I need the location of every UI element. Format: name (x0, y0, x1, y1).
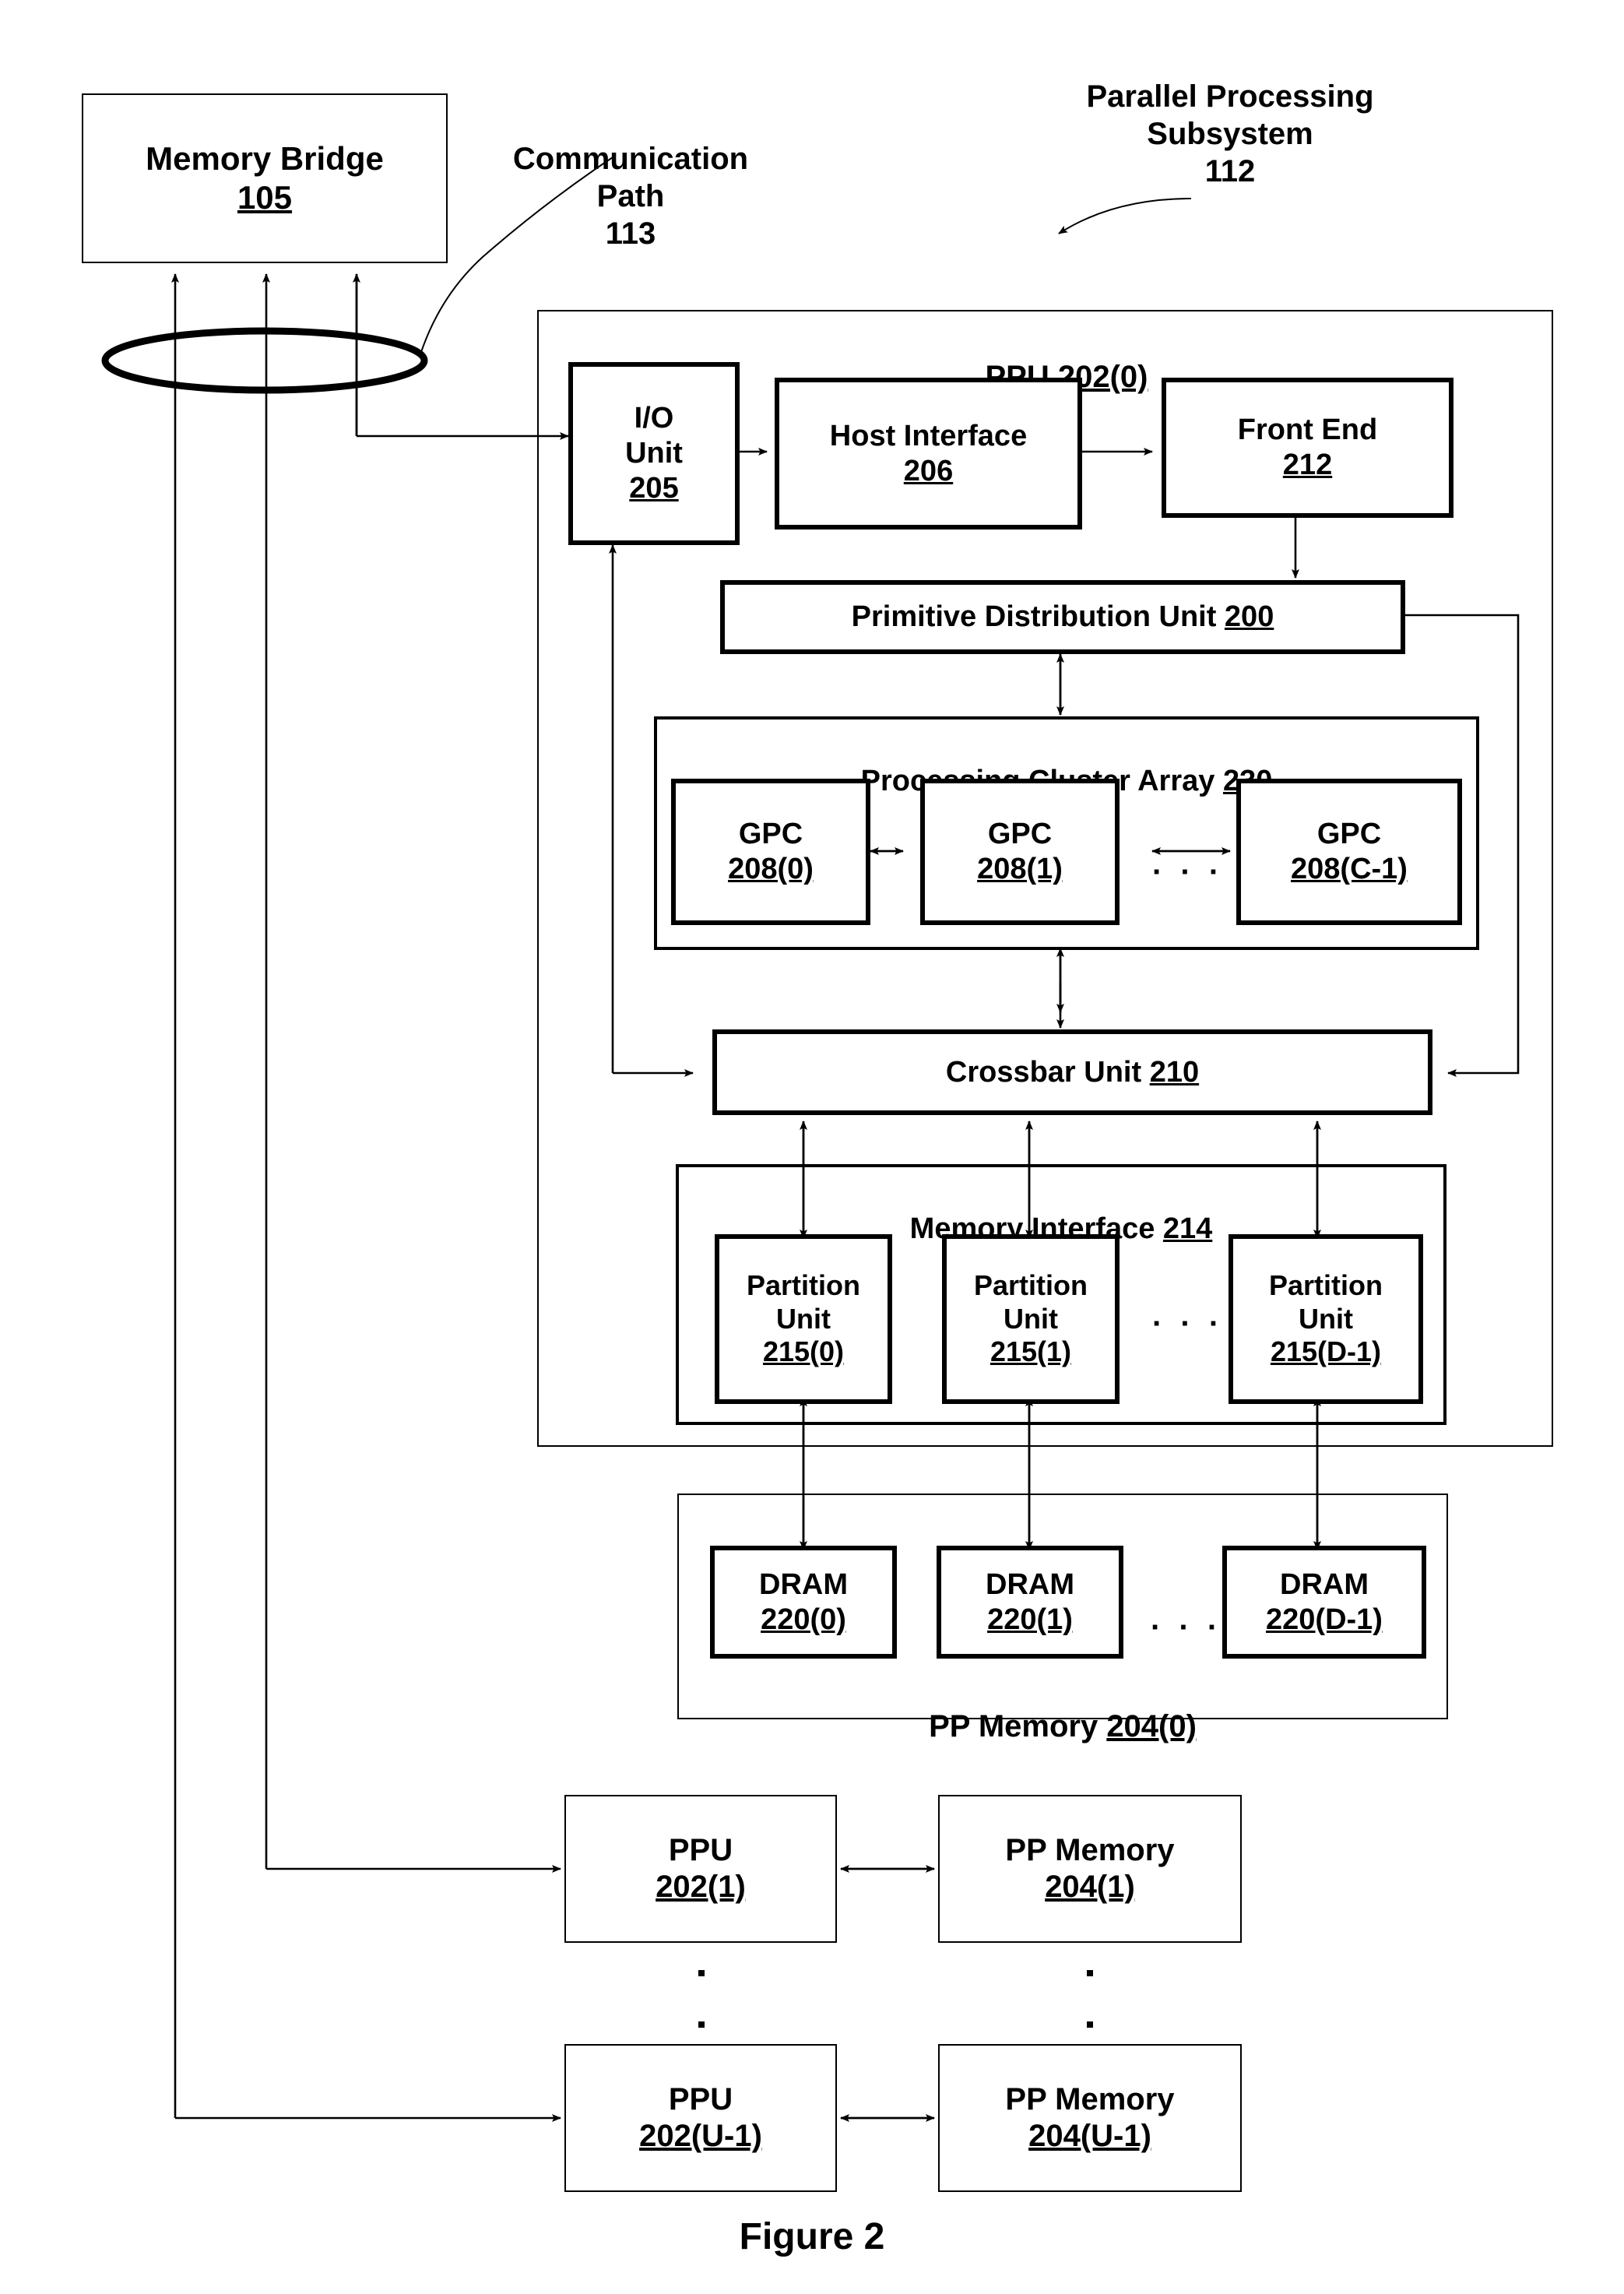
ppu-202-1-title: PPU (668, 1832, 733, 1867)
host-interface-number: 206 (903, 454, 954, 487)
pp-memory-204-0-number: 204(0) (1106, 1709, 1197, 1743)
partition-unit-215-1-line1: Partition (973, 1269, 1088, 1302)
pp-memory-204-0-title: PP Memory (929, 1709, 1107, 1743)
front-end-number: 212 (1282, 449, 1333, 481)
partition-unit-215-d-1-line2: Unit (1299, 1302, 1353, 1335)
pp-memory-204-1-title: PP Memory (1005, 1832, 1175, 1867)
partition-unit-215-1-line2: Unit (1004, 1302, 1058, 1335)
host-interface-title: Host Interface (829, 419, 1028, 452)
dram-ellipsis: · · · (1151, 1610, 1223, 1645)
dram-220-d-1-title: DRAM (1280, 1567, 1369, 1601)
primitive-distribution-unit-title: Primitive Distribution Unit (851, 600, 1225, 634)
io-unit-number: 205 (629, 471, 679, 505)
parallel-processing-subsystem-label: Parallel Processing Subsystem 112 (1086, 79, 1374, 188)
dram-220-0-number: 220(0) (761, 1603, 846, 1636)
crossbar-unit-label: Crossbar Unit 210 (946, 1055, 1199, 1090)
ppu-202-u-1-number: 202(U-1) (639, 2119, 762, 2153)
ppu-202-1-box[interactable]: PPU 202(1) (564, 1795, 837, 1943)
primitive-distribution-unit-label: Primitive Distribution Unit 200 (852, 600, 1274, 635)
partition-unit-215-1-number: 215(1) (990, 1335, 1072, 1368)
pp-memory-204-1-box[interactable]: PP Memory 204(1) (938, 1795, 1242, 1943)
crossbar-unit-box[interactable]: Crossbar Unit 210 (712, 1029, 1432, 1115)
partition-unit-215-0-box[interactable]: Partition Unit 215(0) (715, 1234, 892, 1404)
dram-220-1-number: 220(1) (987, 1603, 1073, 1636)
memory-bridge-number: 105 (237, 179, 293, 216)
gpc-208-c-1-number: 208(C-1) (1291, 853, 1408, 885)
gpc-208-0-number: 208(0) (728, 853, 814, 885)
memory-bridge-box[interactable]: Memory Bridge 105 (82, 93, 448, 263)
front-end-title: Front End (1237, 413, 1378, 447)
io-unit-line2: Unit (625, 437, 683, 470)
crossbar-unit-number: 210 (1149, 1055, 1200, 1089)
partition-unit-215-1-box[interactable]: Partition Unit 215(1) (942, 1234, 1120, 1404)
communication-path-bus-ellipse (101, 327, 428, 394)
dram-220-d-1-box[interactable]: DRAM 220(D-1) (1222, 1546, 1426, 1659)
pp-memory-204-u-1-box[interactable]: PP Memory 204(U-1) (938, 2044, 1242, 2192)
gpc-ellipsis: · · · (1152, 855, 1225, 889)
partition-unit-215-0-number: 215(0) (762, 1335, 845, 1368)
dram-220-d-1-number: 220(D-1) (1266, 1603, 1383, 1636)
gpc-208-1-number: 208(1) (977, 853, 1063, 885)
pp-memory-204-u-1-title: PP Memory (1005, 2081, 1175, 2116)
gpc-208-1-title: GPC (987, 818, 1053, 851)
partition-unit-ellipsis: · · · (1152, 1307, 1225, 1341)
ppu-202-u-1-title: PPU (668, 2081, 733, 2116)
pp-memory-204-0-label: PP Memory 204(0) (677, 1670, 1448, 1745)
gpc-208-0-box[interactable]: GPC 208(0) (671, 779, 870, 925)
dram-220-1-title: DRAM (986, 1567, 1074, 1601)
gpc-208-c-1-title: GPC (1316, 818, 1382, 851)
primitive-distribution-unit-number: 200 (1224, 600, 1274, 634)
ppu-202-u-1-box[interactable]: PPU 202(U-1) (564, 2044, 837, 2192)
partition-unit-215-0-line1: Partition (746, 1269, 860, 1302)
io-unit-box[interactable]: I/O Unit 205 (568, 362, 740, 545)
partition-unit-215-d-1-box[interactable]: Partition Unit 215(D-1) (1229, 1234, 1423, 1404)
gpc-208-c-1-box[interactable]: GPC 208(C-1) (1236, 779, 1462, 925)
gpc-208-0-title: GPC (738, 818, 803, 851)
host-interface-box[interactable]: Host Interface 206 (775, 378, 1082, 530)
memory-interface-number: 214 (1162, 1212, 1213, 1245)
partition-unit-215-d-1-line1: Partition (1268, 1269, 1383, 1302)
front-end-box[interactable]: Front End 212 (1162, 378, 1454, 518)
dram-220-0-box[interactable]: DRAM 220(0) (710, 1546, 897, 1659)
pp-memory-204-1-number: 204(1) (1045, 1870, 1135, 1904)
communication-path-label: Communication Path 113 (512, 142, 749, 251)
pp-memory-204-u-1-number: 204(U-1) (1028, 2119, 1151, 2153)
io-unit-line1: I/O (634, 402, 674, 435)
figure-caption: Figure 2 (739, 2216, 885, 2257)
figure-2-diagram: Memory Bridge 105 Communication Path 113… (0, 0, 1624, 2294)
dram-220-1-box[interactable]: DRAM 220(1) (937, 1546, 1123, 1659)
gpc-208-1-box[interactable]: GPC 208(1) (920, 779, 1120, 925)
ppu-202-1-number: 202(1) (656, 1870, 746, 1904)
crossbar-unit-title: Crossbar Unit (945, 1055, 1150, 1089)
primitive-distribution-unit-box[interactable]: Primitive Distribution Unit 200 (720, 580, 1405, 654)
memory-bridge-title: Memory Bridge (146, 140, 384, 178)
dram-220-0-title: DRAM (759, 1567, 848, 1601)
partition-unit-215-d-1-number: 215(D-1) (1270, 1335, 1382, 1368)
partition-unit-215-0-line2: Unit (776, 1302, 831, 1335)
